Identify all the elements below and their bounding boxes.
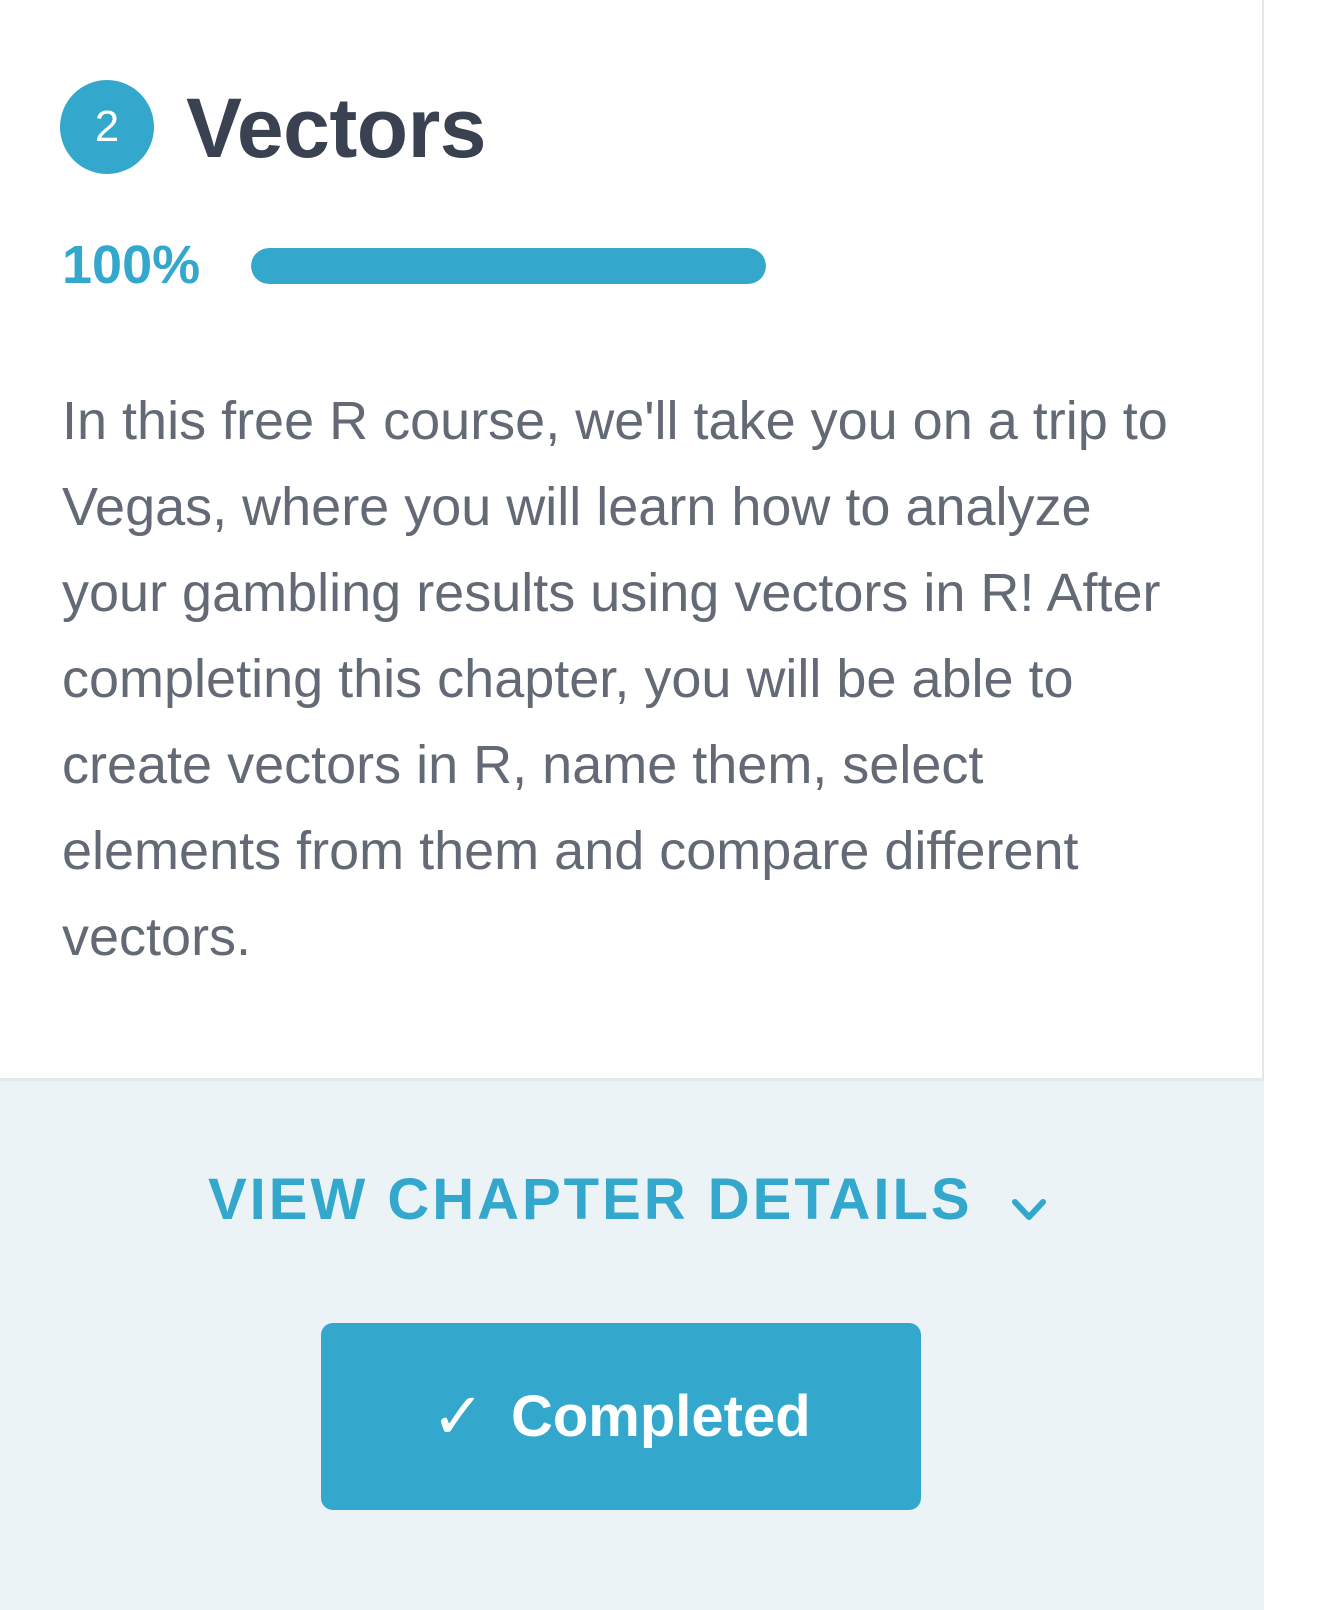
chapter-title: Vectors (186, 81, 487, 175)
chapter-description: In this free R course, we'll take you on… (62, 391, 1168, 967)
chapter-card: 2 Vectors 100% In this free R course, we… (0, 0, 1264, 1078)
view-chapter-details-label: VIEW CHAPTER DETAILS (208, 1167, 973, 1232)
page-gutter (1264, 0, 1320, 1610)
chevron-down-icon (1009, 1177, 1049, 1220)
view-chapter-details-link[interactable]: VIEW CHAPTER DETAILS (208, 1166, 1049, 1233)
progress-bar (251, 248, 766, 284)
completed-button-label: Completed (510, 1384, 811, 1449)
chapter-number-badge: 2 (60, 80, 154, 174)
progress-bar-fill (251, 248, 766, 284)
checkmark-icon: ✓ (431, 1379, 485, 1454)
progress-percent: 100% (62, 235, 201, 295)
completed-button[interactable]: ✓ Completed (321, 1323, 921, 1510)
